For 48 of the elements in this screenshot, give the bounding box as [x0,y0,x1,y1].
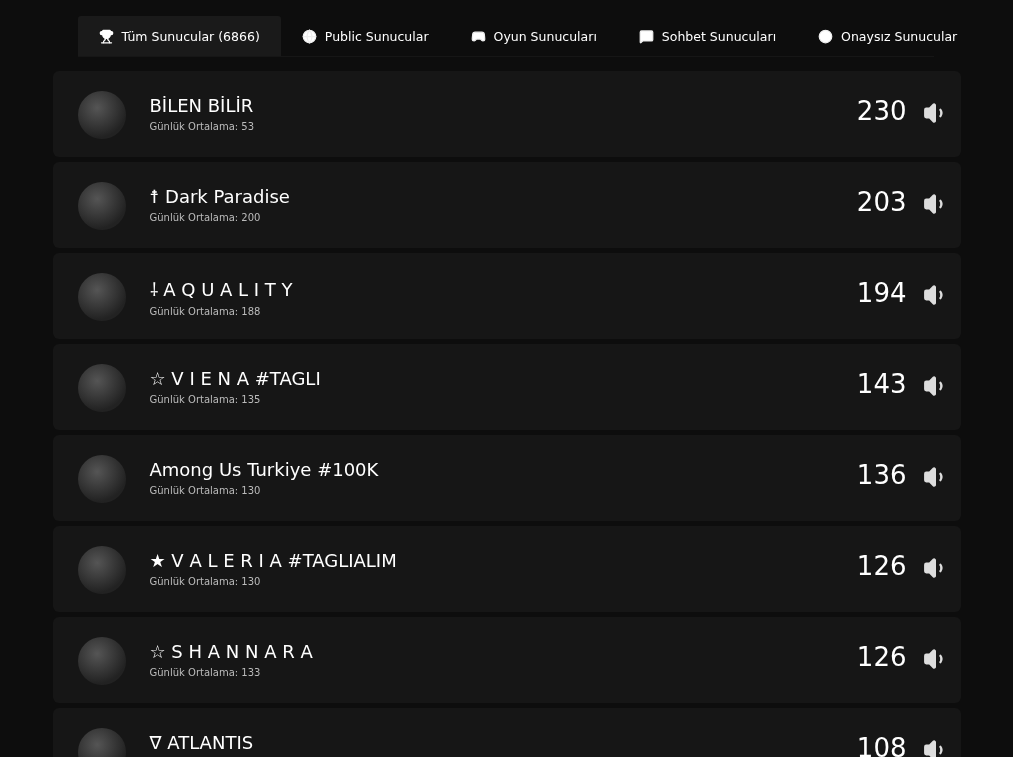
member-count: 230 [856,96,907,126]
daily-average: Günlük Ortalama: 133 [149,667,262,678]
avatar-image [77,182,126,230]
member-count: 194 [856,278,907,308]
server-card[interactable]: BİLEN BİLİR Günlük Ortalama: 53 230 [52,71,961,157]
avatar-image [77,546,126,594]
daily-average: Günlük Ortalama: 130 [149,485,262,496]
avatar-image [77,637,126,685]
server-card[interactable]: ☆ S H A N N A R A Günlük Ortalama: 133 126 [52,617,961,703]
tab-icon [301,28,317,44]
tab-icon [470,28,486,44]
daily-average: Günlük Ortalama: 130 [149,576,262,587]
tab-icon [638,28,654,44]
member-count: 108 [856,733,907,757]
server-card[interactable]: ☆ V I E N A #TAGLI Günlük Ortalama: 135 143 [52,344,961,430]
server-name: ★ V A L E R I A #TAGLIALIM [149,550,398,571]
member-count: 143 [856,369,907,399]
avatar-image [77,455,126,503]
server-name: BİLEN BİLİR [149,95,255,116]
server-name: ☆ S H A N N A R A [149,641,314,662]
server-card[interactable]: ∇ ATLANTIS 108 [52,708,961,757]
member-count: 126 [856,642,907,672]
server-card[interactable]: ⸸ A Q U A L I T Y Günlük Ortalama: 188 194 [52,253,961,339]
avatar-image [77,364,126,412]
server-name: ⸸ A Q U A L I T Y [149,278,294,301]
server-name: Among Us Turkiye #100K [149,459,380,480]
daily-average: Günlük Ortalama: 188 [149,306,262,317]
server-card[interactable]: ★ V A L E R I A #TAGLIALIM Günlük Ortalama: 130 126 [52,526,961,612]
avatar-image [77,273,126,321]
tab[interactable]: Onaysız Sunucular [797,16,979,56]
server-card[interactable]: Among Us Turkiye #100K Günlük Ortalama: 130 136 [52,435,961,521]
tab-icon [98,28,114,44]
tab[interactable]: Oyun Sunucuları [449,16,618,56]
server-name: ∇ ATLANTIS [149,732,255,753]
member-count: 203 [856,187,907,217]
daily-average: Günlük Ortalama: 135 [149,394,262,405]
tab-icon [818,28,834,44]
member-count: 136 [856,460,907,490]
tab[interactable]: Sohbet Sunucuları [617,16,798,56]
server-name: ☆ V I E N A #TAGLI [149,368,322,389]
tab[interactable]: Public Sunucular [280,16,450,56]
daily-average: Günlük Ortalama: 53 [149,121,256,132]
avatar-image [77,91,126,139]
server-name: ☨ Dark Paradise [149,186,291,207]
tab[interactable]: Tüm Sunucular (6866) [77,16,281,56]
member-count: 126 [856,551,907,581]
server-card[interactable]: ☨ Dark Paradise Günlük Ortalama: 200 203 [52,162,961,248]
daily-average: Günlük Ortalama: 200 [149,212,262,223]
